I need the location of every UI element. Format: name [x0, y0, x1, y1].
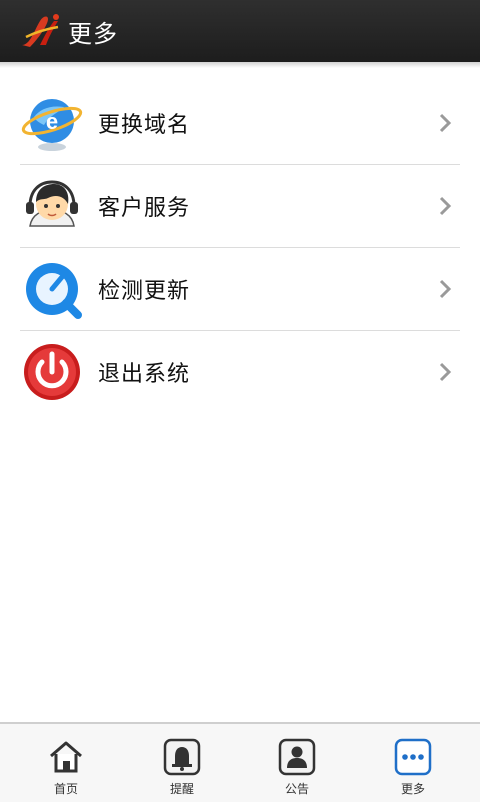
chevron-right-icon	[439, 196, 452, 216]
menu-item-change-domain[interactable]: e 更换域名	[20, 82, 460, 165]
tab-announcement[interactable]: 公告	[237, 724, 357, 802]
more-icon	[394, 738, 432, 776]
chevron-right-icon	[439, 113, 452, 133]
customer-service-icon	[26, 180, 78, 227]
menu-item-label: 检测更新	[98, 279, 191, 304]
person-icon	[278, 738, 316, 776]
tab-reminder[interactable]: 提醒	[122, 724, 242, 802]
page-title: 更多	[68, 19, 118, 48]
menu-item-logout[interactable]: 退出系统	[20, 331, 460, 413]
menu-item-label: 更换域名	[98, 113, 191, 138]
chevron-right-icon	[439, 279, 452, 299]
header-shadow	[0, 62, 480, 68]
chevron-right-icon	[439, 362, 452, 382]
tab-home[interactable]: 首页	[6, 724, 126, 802]
settings-menu: e 更换域名 客户服务 检测更新 退出系统	[20, 82, 460, 413]
tab-label: 提醒	[169, 782, 194, 796]
app-header: 更多	[0, 0, 480, 62]
home-icon	[50, 741, 82, 773]
menu-item-label: 退出系统	[98, 362, 191, 387]
app-logo-icon	[22, 14, 59, 47]
power-icon	[24, 344, 80, 400]
menu-item-check-update[interactable]: 检测更新	[20, 248, 460, 331]
tab-more[interactable]: 更多	[353, 724, 473, 802]
update-check-icon	[26, 263, 82, 319]
menu-item-label: 客户服务	[98, 196, 191, 221]
tab-label: 首页	[53, 782, 78, 796]
menu-item-customer-service[interactable]: 客户服务	[20, 165, 460, 248]
bottom-tab-bar: 首页 提醒 公告 更多	[0, 722, 480, 802]
bell-icon	[163, 738, 201, 776]
tab-label: 更多	[400, 782, 425, 796]
svg-text:e: e	[46, 109, 58, 134]
globe-ie-icon: e	[21, 99, 83, 151]
tab-label: 公告	[284, 782, 309, 796]
